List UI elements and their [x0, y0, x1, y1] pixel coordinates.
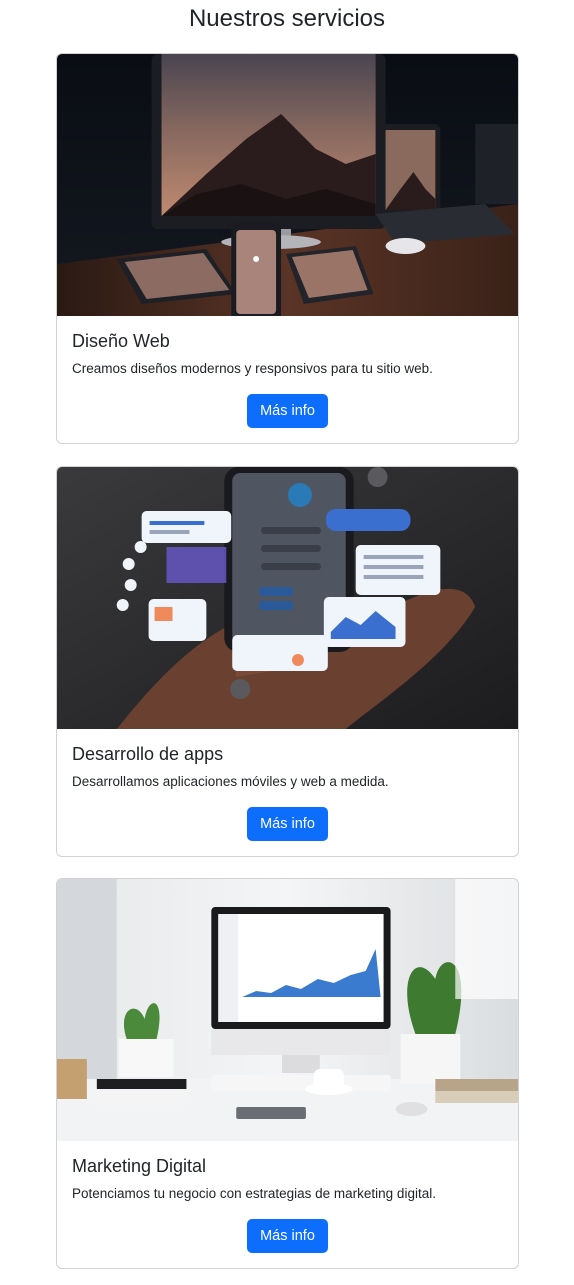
- service-card-web-design: Diseño Web Creamos diseños modernos y re…: [56, 53, 519, 444]
- service-title: Marketing Digital: [72, 1156, 207, 1176]
- more-info-button[interactable]: Más info: [247, 807, 328, 841]
- web-design-image: [57, 54, 518, 316]
- page-title: Nuestros servicios: [188, 5, 386, 32]
- digital-marketing-image: [57, 879, 518, 1141]
- service-card-digital-marketing: Marketing Digital Potenciamos tu negocio…: [56, 878, 519, 1269]
- more-info-button[interactable]: Más info: [247, 394, 328, 428]
- service-title: Diseño Web: [72, 331, 170, 351]
- service-description: Creamos diseños modernos y responsivos p…: [72, 361, 433, 376]
- more-info-button[interactable]: Más info: [247, 1219, 328, 1253]
- service-card-app-development: Desarrollo de apps Desarrollamos aplicac…: [56, 466, 519, 857]
- service-description: Desarrollamos aplicaciones móviles y web…: [72, 774, 389, 789]
- service-title: Desarrollo de apps: [72, 744, 224, 764]
- service-description: Potenciamos tu negocio con estrategias d…: [72, 1186, 436, 1201]
- app-development-image: [57, 467, 518, 729]
